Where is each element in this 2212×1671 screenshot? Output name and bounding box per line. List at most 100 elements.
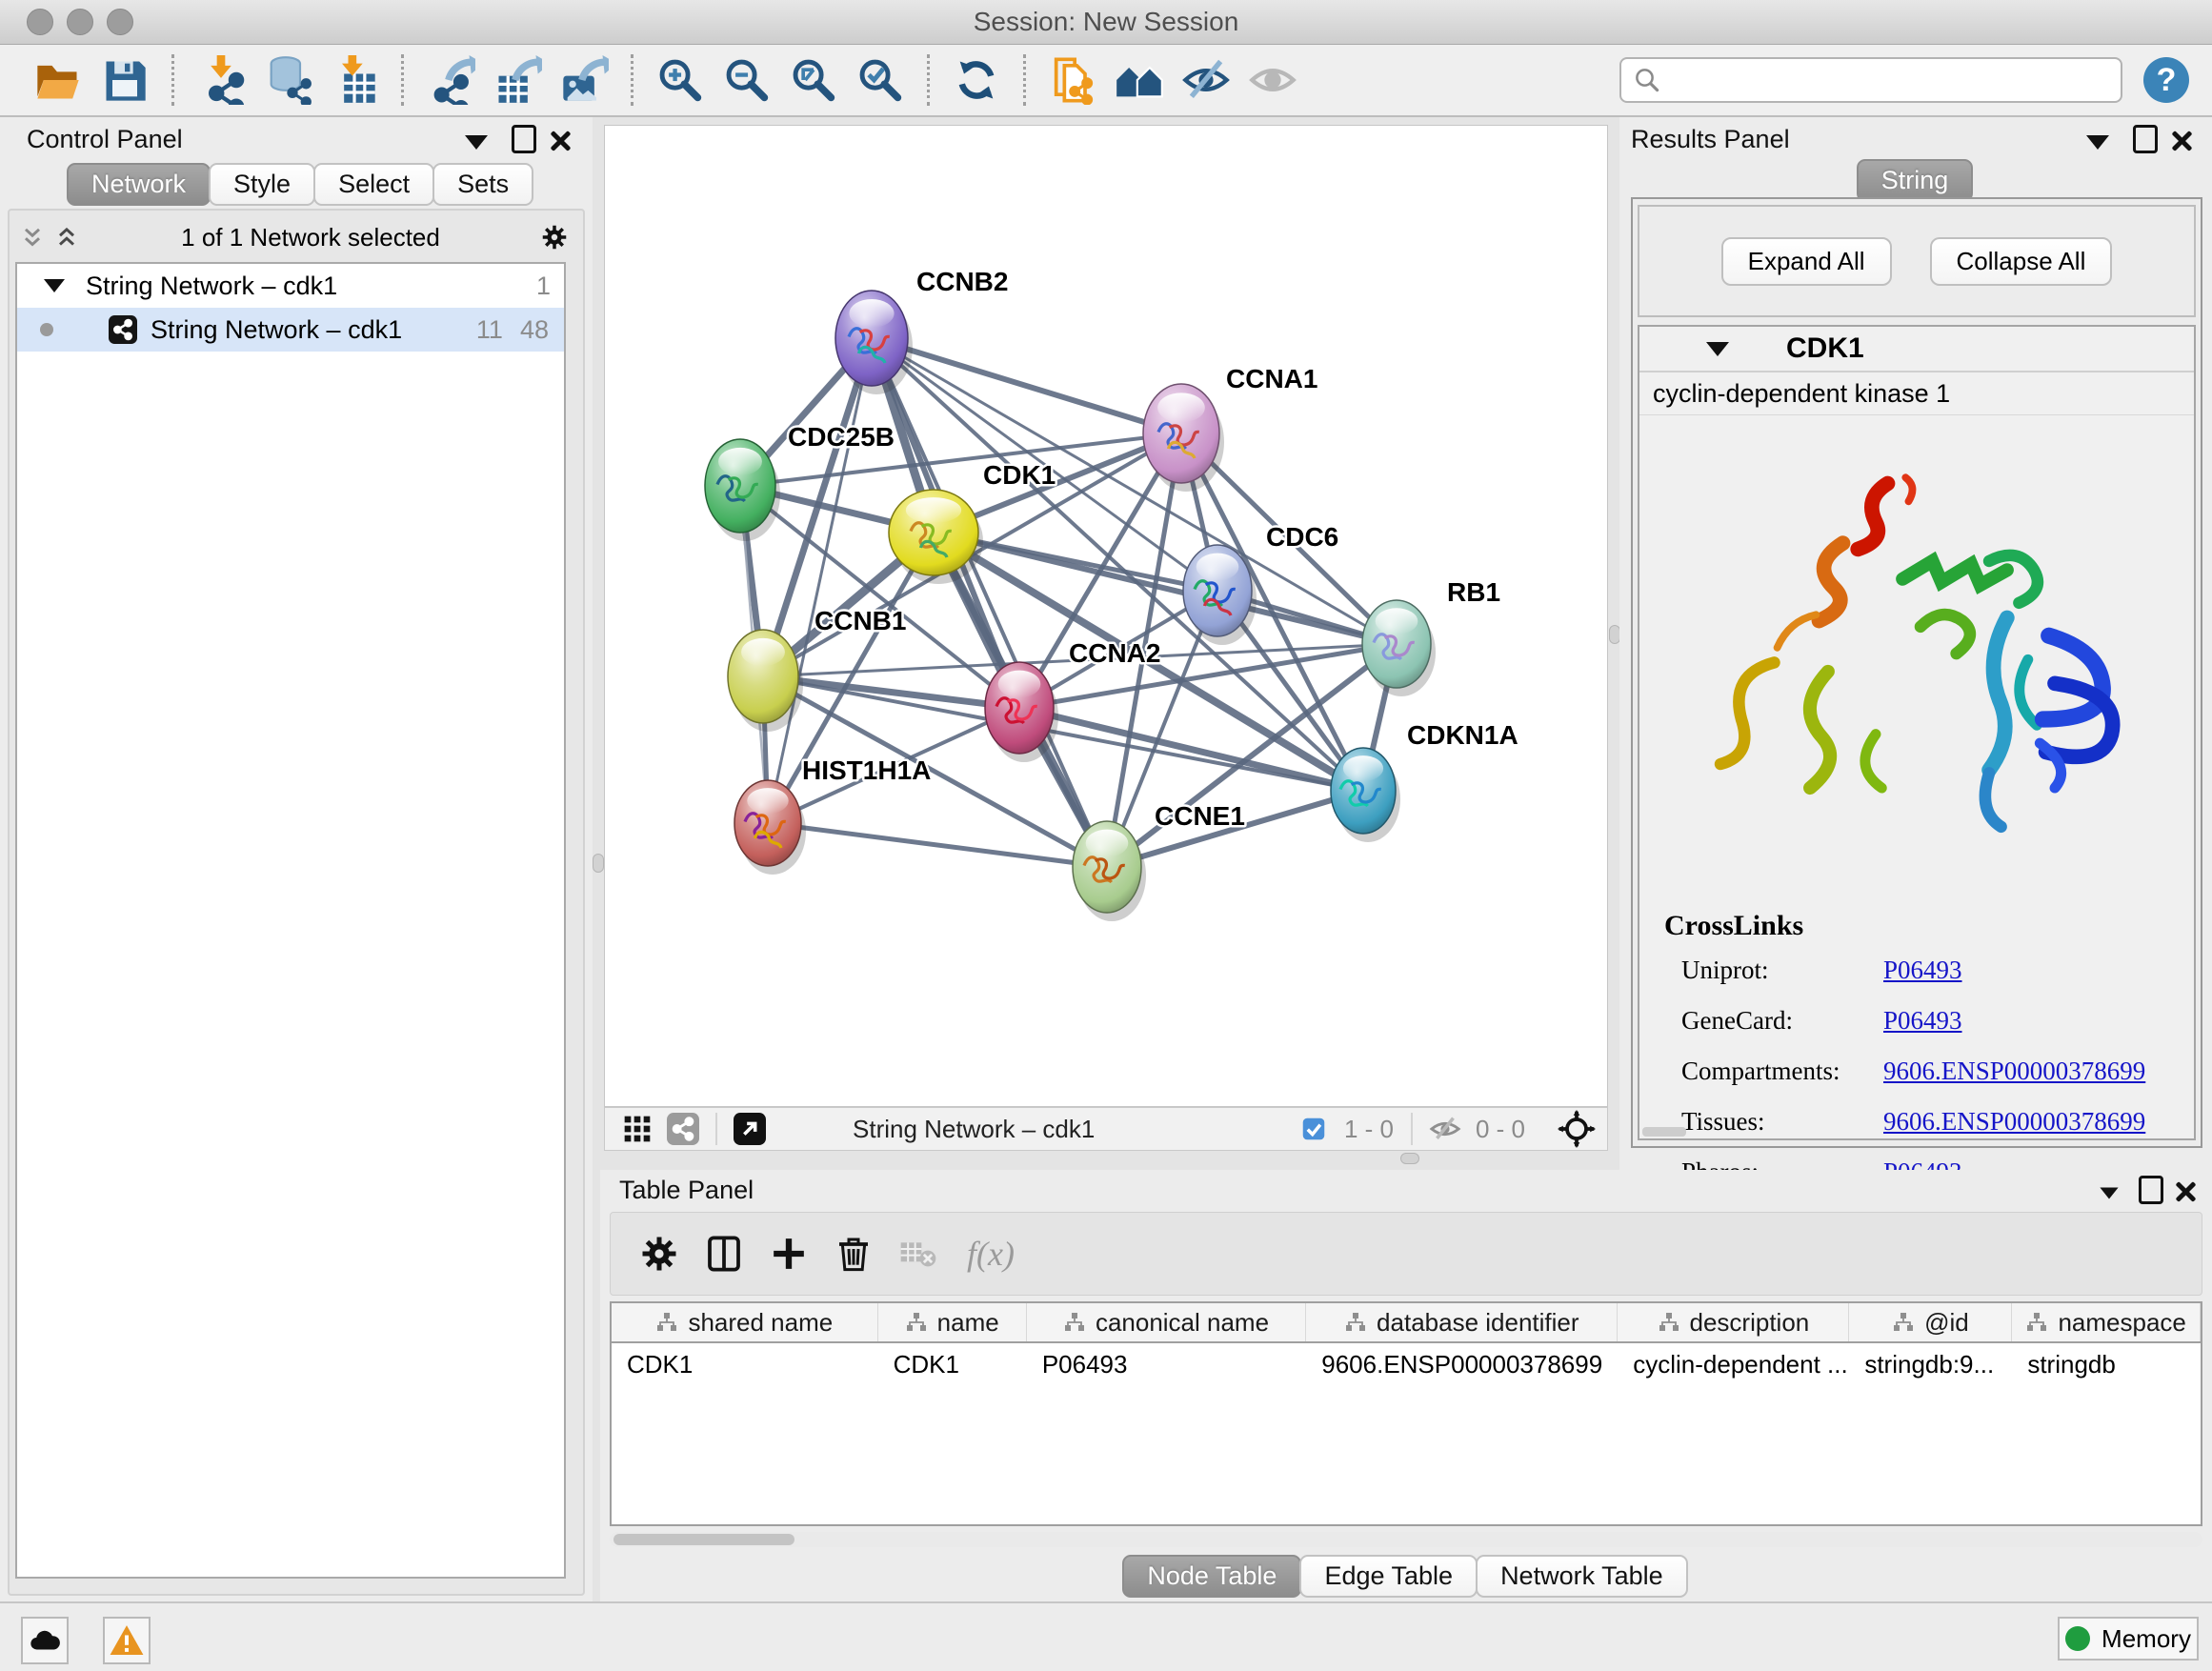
- copy-document-button[interactable]: [1045, 52, 1100, 108]
- network-row[interactable]: String Network – cdk1 11 48: [17, 308, 564, 352]
- column-header-shared-name[interactable]: shared name: [612, 1303, 878, 1341]
- tab-network[interactable]: Network: [67, 163, 211, 206]
- crosslink-link[interactable]: 9606.ENSP00000378699: [1883, 1107, 2145, 1158]
- table-cell[interactable]: 9606.ENSP00000378699: [1306, 1343, 1618, 1385]
- control-panel-float-icon[interactable]: [511, 126, 537, 152]
- network-collection-row[interactable]: String Network – cdk1 1: [17, 264, 564, 308]
- zoom-fit-button[interactable]: [786, 52, 841, 108]
- column-header-canonical-name[interactable]: canonical name: [1027, 1303, 1306, 1341]
- edge-CCNB2-HIST1H1A[interactable]: [768, 338, 872, 823]
- tab-node-table[interactable]: Node Table: [1122, 1555, 1301, 1598]
- column-header-@id[interactable]: @id: [1849, 1303, 2012, 1341]
- import-network-from-database-button[interactable]: [260, 52, 315, 108]
- bottom-splitter-handle[interactable]: [1400, 1153, 1419, 1164]
- export-image-button[interactable]: [556, 52, 612, 108]
- tab-network-table[interactable]: Network Table: [1476, 1555, 1688, 1598]
- cloud-button[interactable]: [21, 1617, 69, 1664]
- gene-section-header[interactable]: CDK1: [1639, 327, 2194, 372]
- hide-selected-button[interactable]: [1178, 52, 1234, 108]
- table-cell[interactable]: stringdb: [2012, 1343, 2201, 1385]
- save-session-button[interactable]: [97, 52, 152, 108]
- import-table-from-file-button[interactable]: [327, 52, 382, 108]
- zoom-in-button[interactable]: [653, 52, 708, 108]
- column-header-description[interactable]: description: [1618, 1303, 1849, 1341]
- table-cell[interactable]: CDK1: [612, 1343, 878, 1385]
- table-panel-close-icon[interactable]: [2172, 1178, 2199, 1205]
- zoom-out-button[interactable]: [719, 52, 774, 108]
- create-column-plus-icon[interactable]: [763, 1228, 814, 1279]
- tab-style[interactable]: Style: [209, 163, 315, 206]
- export-table-button[interactable]: [490, 52, 545, 108]
- node-CCNB2[interactable]: [835, 291, 913, 394]
- table-cell[interactable]: CDK1: [878, 1343, 1027, 1385]
- network-overview-icon[interactable]: [664, 1111, 702, 1147]
- left-splitter-handle[interactable]: [593, 854, 604, 873]
- selected-checkbox-icon[interactable]: [1295, 1111, 1333, 1147]
- detach-view-icon[interactable]: [731, 1111, 769, 1147]
- results-panel-menu-icon[interactable]: [2084, 129, 2111, 155]
- node-label-CCNB2: CCNB2: [916, 267, 1008, 296]
- table-cell[interactable]: stringdb:9...: [1849, 1343, 2012, 1385]
- node-CCNE1[interactable]: [1073, 821, 1146, 921]
- open-session-button[interactable]: [30, 52, 86, 108]
- show-columns-icon[interactable]: [698, 1228, 750, 1279]
- search-box[interactable]: [1619, 57, 2122, 103]
- control-panel-menu-icon[interactable]: [463, 129, 490, 155]
- memory-button[interactable]: Memory: [2058, 1617, 2199, 1661]
- results-panel-float-icon[interactable]: [2132, 126, 2159, 152]
- table-horizontal-scrollbar[interactable]: [610, 1532, 2202, 1547]
- crosslink-link[interactable]: 9606.ENSP00000378699: [1883, 1057, 2145, 1107]
- collection-expand-icon[interactable]: [44, 279, 65, 292]
- zoom-selected-button[interactable]: [853, 52, 908, 108]
- tab-edge-table[interactable]: Edge Table: [1299, 1555, 1478, 1598]
- refresh-button[interactable]: [949, 52, 1004, 108]
- node-CDKN1A[interactable]: [1331, 748, 1400, 842]
- table-options-gear-icon[interactable]: [633, 1228, 685, 1279]
- tab-string[interactable]: String: [1857, 159, 1974, 202]
- delete-column-trash-icon[interactable]: [828, 1228, 879, 1279]
- node-CCNA2[interactable]: [985, 662, 1058, 762]
- search-input[interactable]: [1661, 65, 2109, 96]
- node-RB1[interactable]: [1362, 600, 1436, 696]
- node-HIST1H1A[interactable]: [734, 780, 806, 875]
- toolbar-buttons: [25, 52, 1306, 108]
- first-neighbors-button[interactable]: [1112, 52, 1167, 108]
- expand-all-networks-icon[interactable]: [19, 224, 46, 251]
- export-network-button[interactable]: [423, 52, 478, 108]
- table-row[interactable]: CDK1CDK1P064939606.ENSP00000378699cyclin…: [612, 1343, 2201, 1385]
- collapse-all-button[interactable]: Collapse All: [1930, 237, 2113, 286]
- column-header-database-identifier[interactable]: database identifier: [1306, 1303, 1618, 1341]
- gene-collapse-icon[interactable]: [1706, 342, 1729, 356]
- node-CCNB1[interactable]: [728, 630, 803, 732]
- fit-selected-target-icon[interactable]: [1558, 1111, 1596, 1147]
- table-cell[interactable]: cyclin-dependent ...: [1618, 1343, 1849, 1385]
- birds-eye-view-icon[interactable]: [618, 1111, 656, 1147]
- help-button[interactable]: ?: [2143, 57, 2189, 103]
- node-CDK1[interactable]: [889, 490, 983, 584]
- results-scrollbar-thumb[interactable]: [1642, 1127, 1686, 1137]
- node-table[interactable]: shared namenamecanonical namedatabase id…: [610, 1301, 2202, 1526]
- tab-sets[interactable]: Sets: [432, 163, 533, 206]
- table-cell[interactable]: P06493: [1027, 1343, 1306, 1385]
- crosslink-link[interactable]: P06493: [1883, 1006, 1962, 1057]
- column-header-name[interactable]: name: [878, 1303, 1027, 1341]
- edge-CCNB2-CCNE1[interactable]: [872, 338, 1107, 867]
- network-graph[interactable]: CCNB2CCNA1CDC25BCDK1CDC6RB1CCNB1CCNA2CDK…: [605, 126, 1607, 1106]
- expand-all-button[interactable]: Expand All: [1721, 237, 1892, 286]
- edge-CCNB2-CCNA1[interactable]: [872, 338, 1181, 433]
- edge-HIST1H1A-CCNE1[interactable]: [768, 823, 1107, 867]
- table-scrollbar-thumb[interactable]: [613, 1534, 794, 1545]
- network-canvas[interactable]: CCNB2CCNA1CDC25BCDK1CDC6RB1CCNB1CCNA2CDK…: [604, 125, 1608, 1107]
- import-network-from-file-button[interactable]: [193, 52, 249, 108]
- collapse-all-networks-icon[interactable]: [53, 224, 80, 251]
- crosslink-link[interactable]: P06493: [1883, 956, 1962, 1006]
- control-panel-close-icon[interactable]: [547, 128, 573, 154]
- warnings-button[interactable]: [103, 1617, 151, 1664]
- table-panel-float-icon[interactable]: [2138, 1177, 2164, 1203]
- column-header-namespace[interactable]: namespace: [2012, 1303, 2201, 1341]
- results-panel-close-icon[interactable]: [2168, 128, 2195, 154]
- hidden-eye-icon[interactable]: [1426, 1111, 1464, 1147]
- network-options-gear-icon[interactable]: [541, 224, 568, 251]
- tab-select[interactable]: Select: [313, 163, 434, 206]
- table-panel-menu-icon[interactable]: [2096, 1179, 2122, 1206]
